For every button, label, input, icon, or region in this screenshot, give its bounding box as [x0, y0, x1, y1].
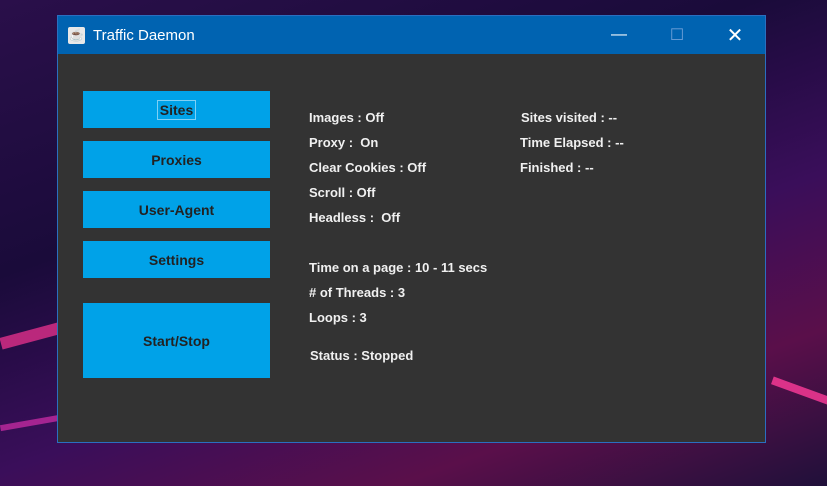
finished-count: Finished : --	[520, 160, 594, 175]
app-window: ☕ Traffic Daemon — ☐ ✕ Sites Proxies Use…	[57, 15, 766, 443]
clear-cookies-status: Clear Cookies : Off	[309, 160, 427, 175]
background-decoration	[0, 414, 61, 432]
maximize-button[interactable]: ☐	[654, 16, 700, 54]
images-status: Images : Off	[309, 110, 385, 125]
close-button[interactable]: ✕	[712, 16, 758, 54]
sites-button-label: Sites	[156, 99, 197, 120]
window-title: Traffic Daemon	[93, 26, 195, 44]
user-agent-button[interactable]: User-Agent	[83, 191, 270, 228]
headless-status: Headless : Off	[309, 210, 401, 225]
java-icon: ☕	[68, 26, 85, 44]
proxy-status: Proxy : On	[309, 135, 379, 150]
thread-count: # of Threads : 3	[309, 285, 406, 300]
run-status: Status : Stopped	[310, 348, 414, 363]
loops-count: Loops : 3	[309, 310, 367, 325]
settings-button[interactable]: Settings	[83, 241, 270, 278]
sites-visited: Sites visited : --	[521, 110, 618, 125]
background-decoration	[771, 376, 827, 412]
title-bar[interactable]: ☕ Traffic Daemon — ☐ ✕	[58, 16, 765, 54]
proxies-button[interactable]: Proxies	[83, 141, 270, 178]
start-stop-button[interactable]: Start/Stop	[83, 303, 270, 378]
time-elapsed: Time Elapsed : --	[520, 135, 624, 150]
scroll-status: Scroll : Off	[309, 185, 376, 200]
minimize-button[interactable]: —	[596, 16, 642, 54]
background-decoration	[0, 322, 61, 350]
sites-button[interactable]: Sites	[83, 91, 270, 128]
time-on-page: Time on a page : 10 - 11 secs	[309, 260, 488, 275]
